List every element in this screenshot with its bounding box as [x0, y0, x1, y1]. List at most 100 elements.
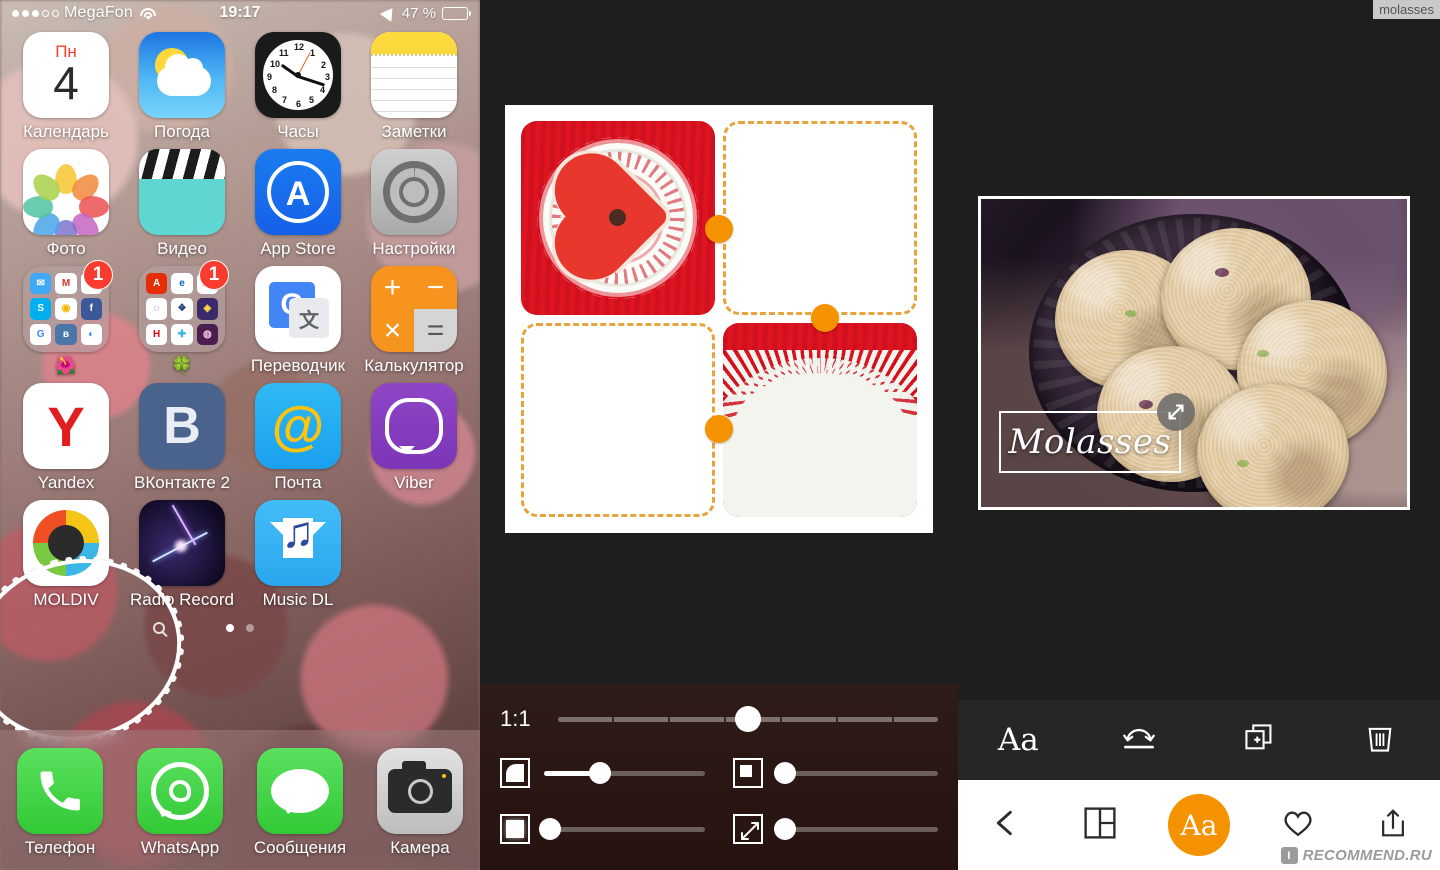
dock-item-messages[interactable]: Сообщения [244, 748, 356, 858]
photo-frame[interactable]: Molasses [978, 196, 1410, 510]
app-weather[interactable]: Погода [126, 32, 238, 142]
app-label: Погода [154, 122, 210, 141]
border-thickness-slider[interactable] [539, 817, 705, 841]
page-dot-2[interactable] [246, 624, 254, 632]
inner-corner-radius-slider[interactable] [774, 761, 938, 785]
page-dot-1[interactable] [226, 624, 234, 632]
collage-cell-4[interactable] [723, 323, 917, 517]
diagonal-resize-icon[interactable] [1157, 393, 1195, 431]
folder-flower[interactable]: 1 ✉ M ✉ S ◉ f G в ◐ 🌺 [10, 260, 122, 376]
app-store-icon: A [255, 149, 341, 235]
collage-cell-1[interactable] [521, 121, 715, 315]
outer-corner-control [500, 758, 705, 788]
text-overlay[interactable]: Molasses [999, 393, 1195, 473]
photos-icon [23, 149, 109, 235]
rounded-corner-icon [500, 758, 530, 788]
messages-icon [257, 748, 343, 834]
collage-cell-3[interactable] [521, 323, 715, 517]
collage-handle-horizontal[interactable] [811, 304, 839, 332]
flip-tool[interactable] [1110, 711, 1168, 769]
app-label: Radio Record [130, 590, 234, 609]
app-appstore[interactable]: A App Store [242, 149, 354, 259]
filled-square-icon [500, 814, 530, 844]
calculator-icon: + − × = [371, 266, 457, 352]
collage-canvas[interactable] [505, 105, 933, 533]
favorite-button[interactable] [1271, 798, 1325, 852]
battery-icon [442, 6, 471, 20]
dock-item-phone[interactable]: Телефон [4, 748, 116, 858]
viber-icon [371, 383, 457, 469]
app-photos[interactable]: Фото [10, 149, 122, 259]
app-label: Yandex [37, 473, 95, 492]
app-moldiv[interactable]: MOLDIV [10, 500, 122, 610]
share-button[interactable] [1366, 798, 1420, 852]
vk-icon: B [139, 383, 225, 469]
calendar-icon: Пн 4 [23, 32, 109, 118]
collage-controls-panel: 1:1 [480, 684, 958, 870]
back-button[interactable] [978, 798, 1032, 852]
app-row-2: Фото Видео A App Store Настройки [8, 149, 472, 259]
share-icon [1377, 807, 1409, 844]
trash-icon [1365, 722, 1395, 759]
app-calculator[interactable]: + − × = Калькулятор [358, 266, 470, 376]
app-viber[interactable]: Viber [358, 383, 470, 493]
collage-handle-vertical-top[interactable] [705, 215, 733, 243]
doily-graphic [537, 137, 699, 299]
app-translate[interactable]: G 文 Переводчик [242, 266, 354, 376]
collage-layout-icon [1083, 806, 1117, 845]
battery-percent-label: 47 % [401, 4, 436, 22]
status-bar-left: MegaFon [12, 4, 156, 22]
app-label: Переводчик [250, 356, 346, 375]
app-settings[interactable]: Настройки [358, 149, 470, 259]
border-thickness-control [500, 814, 705, 844]
folder-clover[interactable]: 1 A e Ю ◌ ❖ ◈ H ✚ ◍ 🍀 [126, 260, 238, 376]
app-grid: Пн 4 Календарь Погода 12 1 2 3 4 5 6 7 8… [0, 26, 480, 639]
app-radio-record[interactable]: Radio Record [126, 500, 238, 610]
clock-icon: 12 1 2 3 4 5 6 7 8 9 10 11 [255, 32, 341, 118]
dock: Телефон WhatsApp Сообщения Камера [0, 730, 480, 870]
app-clock[interactable]: 12 1 2 3 4 5 6 7 8 9 10 11 Часы [242, 32, 354, 142]
photo-editor-canvas[interactable]: Molasses [958, 0, 1440, 700]
app-label: 🌺 [55, 356, 77, 375]
app-notes[interactable]: Заметки [358, 32, 470, 142]
iphone-home-screen: MegaFon 19:17 47 % Пн 4 Календарь Погода… [0, 0, 480, 870]
text-button[interactable]: Aa [1167, 794, 1230, 856]
app-music-dl[interactable]: ♫ Music DL [242, 500, 354, 610]
badge-count: 1 [83, 260, 113, 290]
app-mail[interactable]: @ Почта [242, 383, 354, 493]
settings-gear-icon [371, 149, 457, 235]
app-label: Music DL [262, 590, 334, 609]
ratio-control-row: 1:1 [500, 706, 938, 732]
corner-tag: molasses [1373, 0, 1440, 19]
diagonal-arrow-icon [733, 814, 763, 844]
status-bar-right: 47 % [379, 4, 471, 22]
spacing-slider[interactable] [774, 817, 938, 841]
dock-label: Телефон [24, 838, 96, 857]
heart-icon [1281, 807, 1315, 844]
cookie [1055, 250, 1201, 390]
radio-record-icon [139, 500, 225, 586]
collage-cell-2[interactable] [723, 121, 917, 315]
app-videos[interactable]: Видео [126, 149, 238, 259]
dock-item-whatsapp[interactable]: WhatsApp [124, 748, 236, 858]
duplicate-tool[interactable] [1230, 711, 1288, 769]
wifi-icon [140, 7, 156, 20]
delete-tool[interactable] [1351, 711, 1409, 769]
app-store-glyph: A [285, 175, 311, 213]
dock-item-camera[interactable]: Камера [364, 748, 476, 858]
page-indicator[interactable] [8, 617, 472, 639]
back-chevron-icon [989, 807, 1021, 844]
app-vk[interactable]: B ВКонтакте 2 [126, 383, 238, 493]
app-label: 🍀 [171, 356, 193, 375]
collage-handle-vertical-bottom[interactable] [705, 415, 733, 443]
moldiv-icon [23, 500, 109, 586]
aspect-ratio-slider[interactable] [558, 706, 938, 732]
font-tool[interactable]: Aa [989, 711, 1047, 769]
layout-button[interactable] [1073, 798, 1127, 852]
text-icon: Aa [1180, 808, 1218, 842]
app-yandex[interactable]: Y Yandex [10, 383, 122, 493]
app-calendar[interactable]: Пн 4 Календарь [10, 32, 122, 142]
outer-corner-radius-slider[interactable] [544, 761, 705, 785]
collage-canvas-area [480, 0, 958, 684]
search-icon[interactable] [153, 622, 165, 634]
